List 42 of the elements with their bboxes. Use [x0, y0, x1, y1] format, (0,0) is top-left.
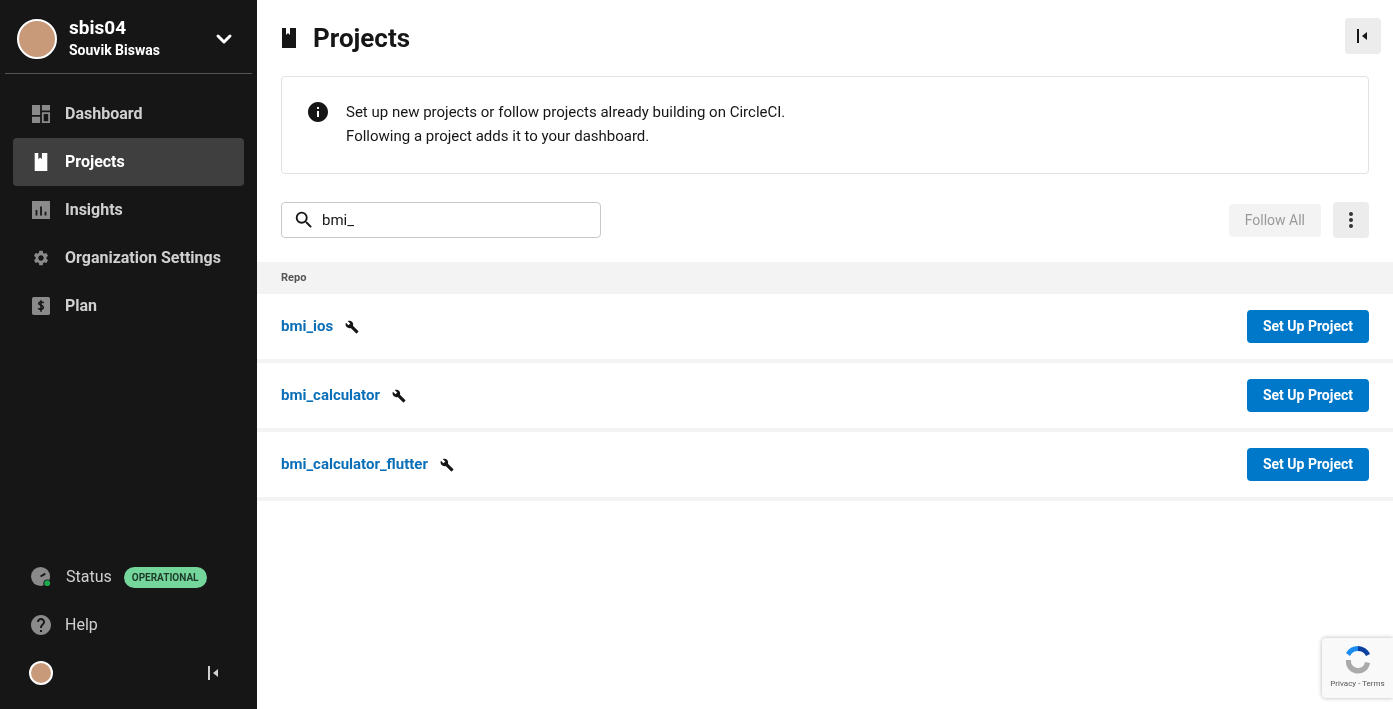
repo-link[interactable]: bmi_calculator_flutter [281, 453, 428, 476]
nav-item[interactable]: Plan [13, 282, 244, 330]
repo-link[interactable]: bmi_calculator [281, 384, 380, 407]
nav-item[interactable]: Insights [13, 186, 244, 234]
avatar [29, 661, 53, 685]
set-up-project-button[interactable]: Set Up Project [1246, 379, 1369, 412]
status-label[interactable]: Status [66, 565, 112, 589]
dashboard-icon [32, 105, 50, 123]
username: sbis04 [69, 16, 128, 40]
privacy-terms-link[interactable]: Privacy - Terms [1330, 678, 1385, 690]
help-icon [29, 613, 53, 637]
nav-item[interactable]: Projects [13, 138, 244, 186]
status-badge: OPERATIONAL [123, 566, 207, 588]
set-up-project-button[interactable]: Set Up Project [1246, 310, 1369, 343]
dollar-icon [32, 297, 50, 315]
page-title: Projects [313, 21, 411, 55]
repo-link[interactable]: bmi_ios [281, 315, 334, 338]
collapse-sidebar-icon[interactable] [208, 665, 220, 681]
wrench-icon[interactable] [345, 319, 360, 334]
nav-item[interactable]: Dashboard [13, 90, 244, 138]
info-icon [306, 100, 330, 124]
full-name: Souvik Biswas [69, 41, 161, 60]
avatar [17, 18, 57, 59]
book-icon [281, 28, 297, 48]
search-field[interactable]: bmi_ [281, 202, 601, 238]
book-icon [32, 153, 50, 171]
search-icon [293, 209, 315, 231]
bar-chart-icon [32, 201, 50, 219]
set-up-project-button[interactable]: Set Up Project [1246, 448, 1369, 481]
info-text: Set up new projects or follow projects already building on CircleCI. [346, 102, 786, 123]
wrench-icon[interactable] [391, 388, 406, 403]
column-header: Repo [281, 269, 307, 286]
info-text: Following a project adds it to your dashboard. [346, 126, 651, 147]
more-options-button[interactable] [1333, 202, 1369, 238]
collapse-icon[interactable] [1357, 28, 1369, 44]
collapse-panel-button[interactable] [1345, 18, 1381, 54]
wrench-icon[interactable] [439, 457, 454, 472]
settings-icon [32, 249, 50, 267]
more-vertical-icon [1349, 212, 1353, 228]
speedometer-icon [31, 566, 52, 588]
nav-item[interactable]: Organization Settings [13, 234, 244, 282]
help-link[interactable]: Help [65, 613, 98, 637]
